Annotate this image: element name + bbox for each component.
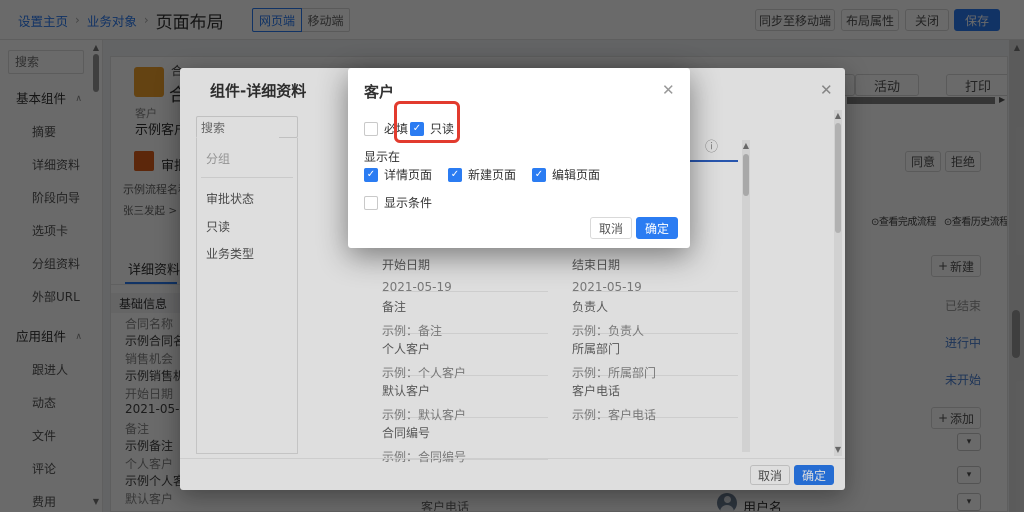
close-icon[interactable]: ✕ — [662, 81, 675, 99]
checkbox-checked[interactable]: ✓ — [532, 168, 546, 182]
field-settings-modal: 客户 ✕ 必填 ✓只读 显示在 ✓详情页面 ✓新建页面 ✓编辑页面 显示条件 取… — [348, 68, 690, 248]
display-condition-group[interactable]: 显示条件 — [364, 192, 432, 211]
checkbox-label: 编辑页面 — [552, 168, 600, 182]
display-in-label: 显示在 — [364, 148, 400, 165]
checkbox-checked[interactable]: ✓ — [364, 168, 378, 182]
field-ok-button[interactable]: 确定 — [636, 217, 678, 239]
checkbox-label: 显示条件 — [384, 196, 432, 210]
field-cancel-button[interactable]: 取消 — [590, 217, 632, 239]
field-modal-title: 客户 — [364, 81, 394, 102]
page-layout-designer: 设置主页 › 业务对象 › 页面布局 网页端 移动端 同步至移动端 布局属性 关… — [0, 0, 1024, 512]
display-option-new[interactable]: ✓ 新建页面 — [448, 164, 516, 183]
display-option-edit[interactable]: ✓ 编辑页面 — [532, 164, 600, 183]
display-option-detail[interactable]: ✓ 详情页面 — [364, 164, 432, 183]
checkbox-label: 详情页面 — [384, 168, 432, 182]
annotation-highlight-box — [394, 101, 460, 143]
checkbox-unchecked[interactable] — [364, 196, 378, 210]
checkbox-checked[interactable]: ✓ — [448, 168, 462, 182]
checkbox-label: 新建页面 — [468, 168, 516, 182]
checkbox-unchecked[interactable] — [364, 122, 378, 136]
